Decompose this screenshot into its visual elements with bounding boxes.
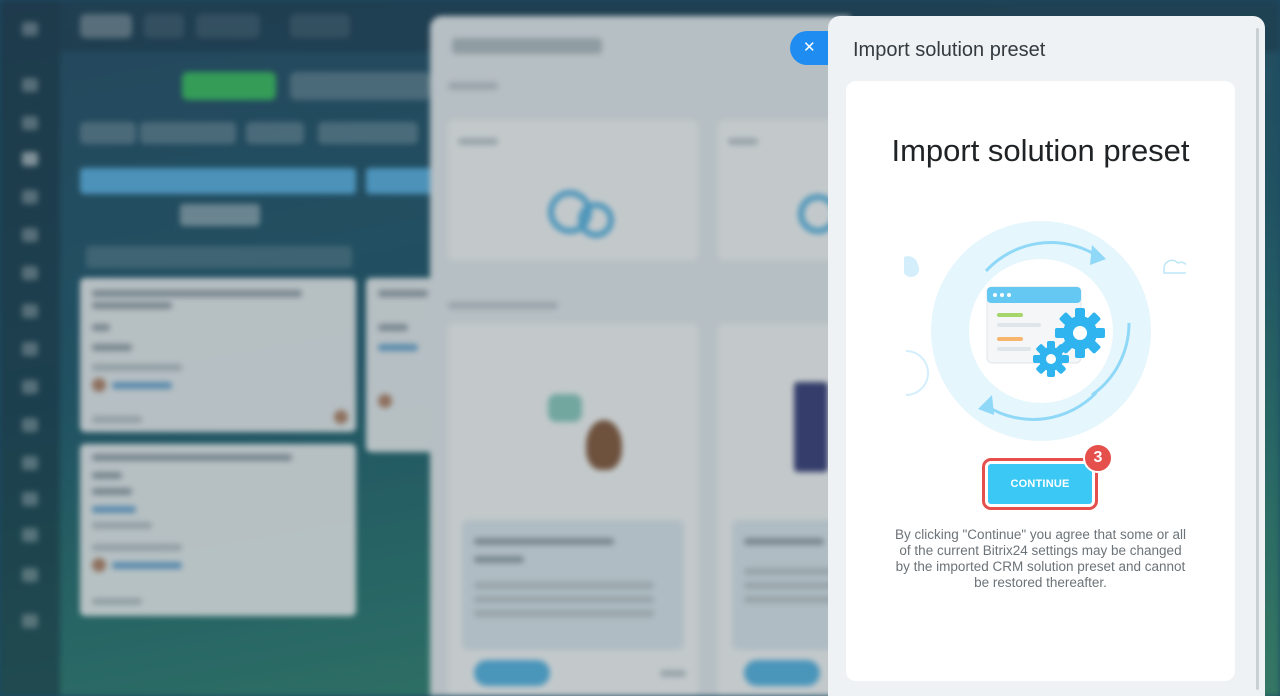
page-title: Import solution preset [891, 133, 1190, 168]
import-content-card: Import solution preset CONTINUE 3 By cli… [846, 81, 1235, 681]
step-badge: 3 [1083, 443, 1113, 473]
slider-scrollbar[interactable] [1256, 28, 1259, 690]
disclaimer-text: By clicking "Continue" you agree that so… [895, 527, 1186, 590]
sync-gears-illustration [904, 221, 1186, 441]
import-preset-slider: Import solution preset Import solution p… [828, 16, 1265, 696]
continue-button[interactable]: CONTINUE [988, 464, 1092, 504]
close-icon: ✕ [803, 39, 816, 56]
slider-title: Import solution preset [853, 39, 1046, 61]
continue-highlight: CONTINUE [982, 458, 1098, 510]
